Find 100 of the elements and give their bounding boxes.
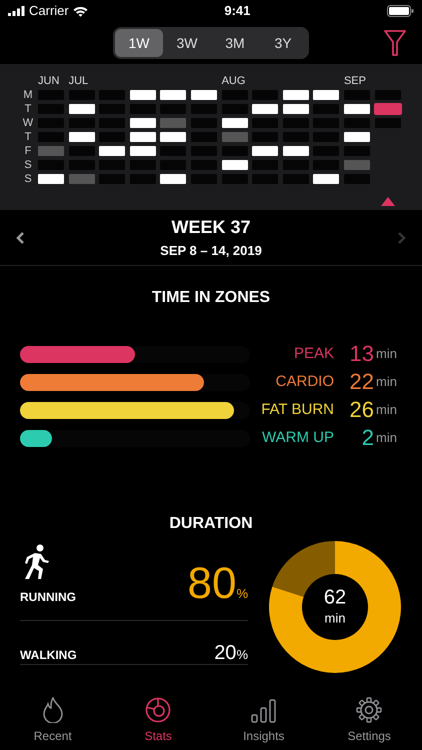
previous-week-button[interactable]	[16, 230, 26, 244]
heatmap-cell[interactable]	[190, 160, 217, 170]
heatmap-cell[interactable]	[38, 90, 64, 100]
filter-icon[interactable]	[384, 30, 406, 56]
heatmap-cell[interactable]	[344, 90, 370, 100]
heatmap-cell[interactable]	[130, 160, 156, 170]
heatmap-cell[interactable]	[222, 104, 248, 114]
range-tab[interactable]: 3Y	[259, 29, 307, 57]
heatmap-cell[interactable]	[282, 90, 309, 100]
heatmap-cell[interactable]	[68, 90, 95, 100]
heatmap-cell[interactable]	[313, 132, 340, 142]
heatmap-cell[interactable]	[222, 90, 248, 100]
heatmap-cell[interactable]	[99, 174, 126, 184]
heatmap-cell[interactable]	[252, 104, 278, 114]
range-tab[interactable]: 3M	[211, 29, 259, 57]
heatmap-cell[interactable]	[313, 118, 340, 128]
heatmap-cell[interactable]	[68, 174, 95, 184]
range-tab[interactable]: 1W	[115, 29, 163, 57]
heatmap-cell[interactable]	[252, 160, 278, 170]
heatmap-cell[interactable]	[313, 174, 340, 184]
heatmap-cell[interactable]	[190, 118, 217, 128]
heatmap-cell[interactable]	[252, 90, 278, 100]
heatmap-cell[interactable]	[190, 174, 217, 184]
heatmap-cell[interactable]	[222, 146, 248, 156]
heatmap-cell[interactable]	[344, 174, 370, 184]
heatmap-cell[interactable]	[160, 132, 186, 142]
tab-bar-item[interactable]: Insights	[224, 698, 304, 746]
heatmap-cell[interactable]	[344, 104, 370, 114]
heatmap-cell[interactable]	[282, 104, 309, 114]
heatmap-cell[interactable]	[99, 132, 126, 142]
heatmap-cell[interactable]	[222, 174, 248, 184]
heatmap-cell[interactable]	[374, 104, 401, 114]
heatmap-cell[interactable]	[374, 90, 401, 100]
heatmap-cell[interactable]	[99, 90, 126, 100]
heatmap-cell[interactable]	[38, 132, 64, 142]
heatmap-cell[interactable]	[282, 132, 309, 142]
heatmap-cell[interactable]	[313, 160, 340, 170]
heatmap-cell[interactable]	[38, 104, 64, 114]
heatmap-cell[interactable]	[313, 104, 340, 114]
tab-bar-item[interactable]: Stats	[118, 696, 198, 746]
tab-bar-item[interactable]: Recent	[12, 696, 93, 746]
heatmap-cell[interactable]	[252, 174, 278, 184]
heatmap-cell[interactable]	[68, 118, 95, 128]
section-title: DURATION	[168, 514, 254, 534]
heatmap-cell[interactable]	[68, 146, 95, 156]
day-label: S	[23, 158, 33, 172]
heatmap-cell[interactable]	[282, 174, 309, 184]
heatmap-cell[interactable]	[160, 104, 186, 114]
heatmap-cell[interactable]	[252, 132, 278, 142]
activity-name: RUNNING	[20, 589, 76, 606]
heatmap-cell[interactable]	[313, 146, 340, 156]
heatmap-cell[interactable]	[374, 118, 401, 128]
heatmap-cell[interactable]	[130, 104, 156, 114]
heatmap-cell[interactable]	[68, 104, 95, 114]
heatmap-cell[interactable]	[38, 160, 64, 170]
heatmap-cell[interactable]	[160, 174, 186, 184]
heatmap-cell[interactable]	[68, 160, 95, 170]
heatmap-cell[interactable]	[130, 132, 156, 142]
heatmap-cell[interactable]	[160, 118, 186, 128]
heatmap-cell[interactable]	[68, 132, 95, 142]
heatmap-cell[interactable]	[130, 118, 156, 128]
heatmap-cell[interactable]	[344, 146, 370, 156]
heatmap-cell[interactable]	[190, 104, 217, 114]
heatmap-cell[interactable]	[99, 146, 126, 156]
heatmap-cell[interactable]	[38, 118, 64, 128]
heatmap-cell[interactable]	[222, 118, 248, 128]
heatmap-cell[interactable]	[344, 132, 370, 142]
activity-percent: 80	[187, 562, 236, 606]
zone-minutes: 22	[348, 371, 374, 393]
zone-name: CARDIO	[276, 372, 334, 392]
heatmap-cell[interactable]	[190, 132, 217, 142]
heatmap-cell[interactable]	[99, 118, 126, 128]
activity-percent: 20	[214, 642, 236, 662]
heatmap-cell[interactable]	[130, 174, 156, 184]
tab-bar-item[interactable]: Settings	[329, 696, 410, 746]
heatmap-cell[interactable]	[252, 146, 278, 156]
flame-icon	[42, 697, 64, 723]
heatmap-cell[interactable]	[130, 146, 156, 156]
heatmap-cell[interactable]	[344, 118, 370, 128]
heatmap-cell[interactable]	[252, 118, 278, 128]
heatmap-cell[interactable]	[313, 90, 340, 100]
range-tab[interactable]: 3W	[163, 29, 211, 57]
heatmap-cell[interactable]	[344, 160, 370, 170]
heatmap-cell[interactable]	[160, 90, 186, 100]
heatmap-cell[interactable]	[222, 160, 248, 170]
heatmap-cell[interactable]	[222, 132, 248, 142]
heatmap-cell[interactable]	[282, 160, 309, 170]
heatmap-cell[interactable]	[99, 104, 126, 114]
heatmap-cell[interactable]	[282, 118, 309, 128]
heatmap-cell[interactable]	[130, 90, 156, 100]
heatmap-cell[interactable]	[38, 146, 64, 156]
heatmap-cell[interactable]	[160, 146, 186, 156]
heatmap-cell[interactable]	[282, 146, 309, 156]
heatmap-cell[interactable]	[99, 160, 126, 170]
heatmap-cell[interactable]	[160, 160, 186, 170]
heatmap-cell[interactable]	[190, 90, 217, 100]
heatmap-cell[interactable]	[190, 146, 217, 156]
heatmap-cell[interactable]	[38, 174, 64, 184]
minutes-unit: min	[376, 345, 398, 364]
month-label: JUN	[38, 74, 60, 88]
